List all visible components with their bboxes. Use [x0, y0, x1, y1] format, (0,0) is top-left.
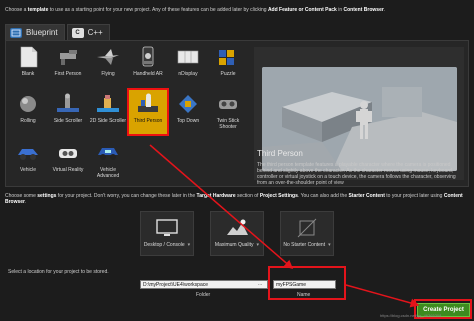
intro-text: Choose a template to use as a starting p… — [5, 7, 469, 13]
settings-bold: settings — [37, 193, 57, 199]
template-tile-blank[interactable]: Blank — [9, 43, 47, 87]
template-tile-twin-stick-shooter[interactable]: Twin Stick Shooter — [209, 90, 247, 134]
option-desktop-console[interactable]: Desktop / Console ▾ — [140, 211, 194, 256]
folder-path-field[interactable]: D:\myProject\UE4\workspace — [140, 280, 268, 289]
cpp-icon: C — [71, 27, 84, 38]
template-tile-vehicle[interactable]: Vehicle — [9, 139, 47, 183]
settings-part: . — [25, 199, 27, 205]
ndisplay-icon — [173, 44, 203, 70]
puzzle-icon — [213, 44, 243, 70]
vehicle-advanced-icon — [93, 140, 123, 166]
template-tile-third-person[interactable]: Third Person — [127, 88, 169, 136]
template-tile-vehicle-advanced[interactable]: Vehicle Advanced — [89, 139, 127, 183]
no-content-icon — [294, 216, 320, 240]
intro-bold: Content Browser — [343, 7, 384, 13]
vr-icon — [53, 140, 83, 166]
template-tile-handheld-ar[interactable]: Handheld AR — [129, 43, 167, 87]
third-person-icon — [133, 91, 163, 117]
monitor-icon — [154, 216, 180, 240]
flying-icon — [93, 44, 123, 70]
template-label: Top Down — [176, 118, 200, 124]
chevron-down-icon: ▾ — [256, 242, 260, 248]
quality-icon — [224, 216, 250, 240]
annotation-box-name — [268, 266, 346, 300]
template-label: Third Person — [133, 118, 163, 124]
template-label: Virtual Reality — [52, 167, 84, 173]
option-label: Desktop / Console — [143, 242, 185, 248]
template-label: Puzzle — [220, 71, 236, 77]
settings-part: to your project later using — [384, 193, 444, 199]
template-label: Blank — [21, 71, 35, 77]
template-tile-first-person[interactable]: First Person — [49, 43, 87, 87]
vehicle-icon — [13, 140, 43, 166]
browse-button[interactable]: ... — [258, 281, 262, 287]
preview-description: The third person template features a pla… — [257, 162, 456, 186]
template-label: Twin Stick Shooter — [216, 118, 240, 130]
settings-bold: Starter Content — [348, 193, 385, 199]
handheld-ar-icon — [133, 44, 163, 70]
chevron-down-icon: ▾ — [328, 242, 331, 248]
blueprint-icon — [10, 27, 22, 38]
template-label: Vehicle — [19, 167, 37, 173]
intro-part: Choose a — [5, 7, 28, 13]
rolling-icon — [13, 91, 43, 117]
settings-part: . You can also add the — [297, 193, 349, 199]
template-tabs: Blueprint C C++ — [5, 24, 110, 40]
template-tile-top-down[interactable]: Top Down — [169, 90, 207, 134]
template-label: Flying — [101, 71, 115, 77]
tab-label: Blueprint — [26, 28, 58, 37]
template-tile-2d-side-scroller[interactable]: 2D Side Scroller — [89, 90, 127, 134]
location-label: Select a location for your project to be… — [8, 269, 109, 275]
template-label: Handheld AR — [133, 71, 163, 77]
intro-part: in — [336, 7, 344, 13]
folder-caption: Folder — [196, 292, 211, 298]
settings-bold: Project Settings — [259, 193, 298, 199]
settings-part: for your project. Don't worry, you can c… — [56, 193, 197, 199]
option-label: Maximum Quality — [214, 242, 254, 248]
template-label: 2D Side Scroller — [89, 118, 127, 124]
template-tile-virtual-reality[interactable]: Virtual Reality — [49, 139, 87, 183]
template-label: Side Scroller — [53, 118, 83, 124]
arrow-name-to-create — [345, 284, 420, 308]
settings-part: section of — [235, 193, 260, 199]
intro-part: to use as a starting point for your new … — [48, 7, 268, 13]
template-label: nDisplay — [178, 71, 198, 77]
chevron-down-icon: ▾ — [187, 242, 191, 248]
first-person-icon — [53, 44, 83, 70]
tab-label: C++ — [87, 28, 103, 37]
settings-bold: Target Hardware — [196, 193, 236, 199]
template-label: Rolling — [20, 118, 36, 124]
blank-icon — [13, 44, 43, 70]
settings-intro-text: Choose some settings for your project. D… — [5, 193, 469, 205]
watermark-text: https://blog.csdn.net/qq_46365308 — [380, 313, 442, 318]
intro-part: . — [383, 7, 386, 13]
option-label: No Starter Content — [283, 242, 326, 248]
twin-stick-icon — [213, 91, 243, 117]
preview-title: Third Person — [257, 149, 303, 158]
option-no-starter-content[interactable]: No Starter Content ▾ — [280, 211, 334, 256]
template-tile-ndisplay[interactable]: nDisplay — [169, 43, 207, 87]
template-tile-side-scroller[interactable]: Side Scroller — [49, 90, 87, 134]
template-tile-flying[interactable]: Flying — [89, 43, 127, 87]
side-scroller-icon — [53, 91, 83, 117]
2d-side-scroller-icon — [93, 91, 123, 117]
top-down-icon — [173, 91, 203, 117]
template-tile-puzzle[interactable]: Puzzle — [209, 43, 247, 87]
tab-blueprint[interactable]: Blueprint — [5, 24, 65, 40]
intro-bold: Add Feature or Content Pack — [267, 7, 337, 13]
template-preview: Third Person The third person template f… — [254, 47, 464, 186]
template-label: First Person — [54, 71, 82, 77]
template-tile-rolling[interactable]: Rolling — [9, 90, 47, 134]
tab-cpp[interactable]: C C++ — [66, 24, 110, 40]
template-label: Vehicle Advanced — [96, 167, 120, 179]
intro-bold: template — [27, 7, 49, 13]
template-panel: Blank First Person Flying Handheld AR nD… — [5, 40, 469, 187]
option-maximum-quality[interactable]: Maximum Quality ▾ — [210, 211, 264, 256]
